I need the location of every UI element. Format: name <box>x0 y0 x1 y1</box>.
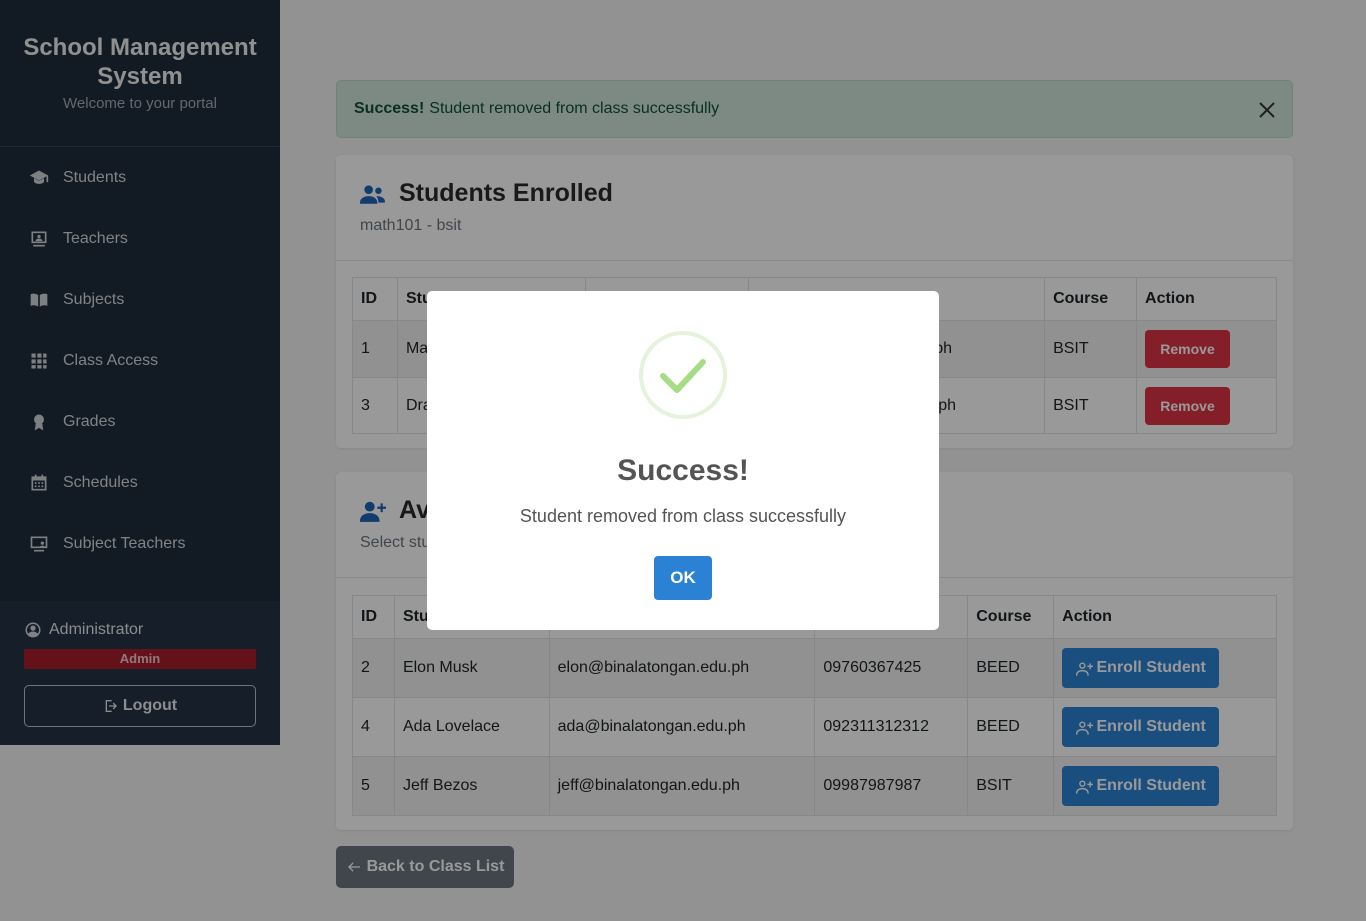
ok-button[interactable]: OK <box>654 556 712 600</box>
modal-text: Student removed from class successfully <box>519 506 847 526</box>
success-modal: Success! Student removed from class succ… <box>427 291 939 630</box>
modal-title: Success! <box>617 454 749 487</box>
checkmark-icon <box>639 331 727 419</box>
